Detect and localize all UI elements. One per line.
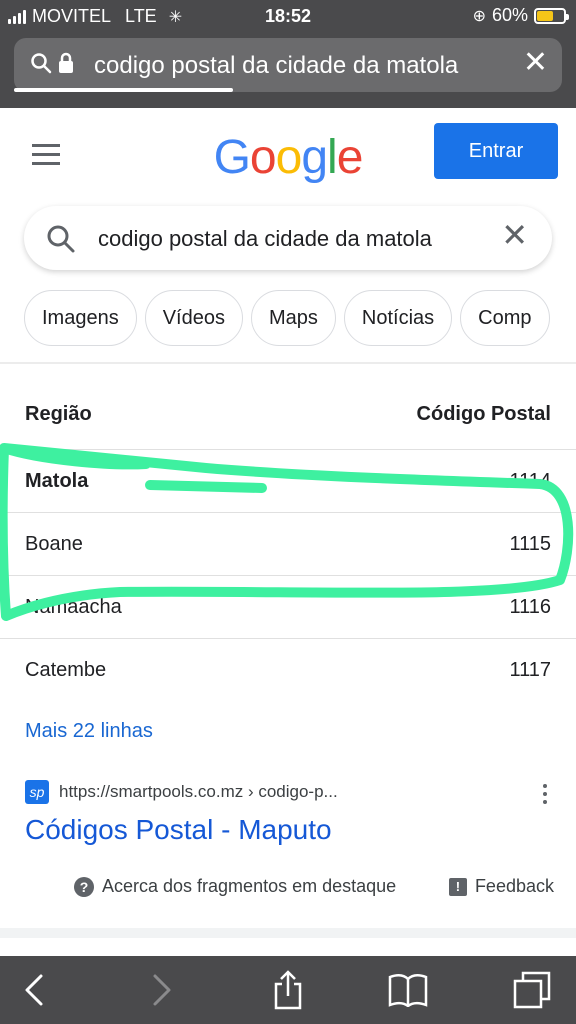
chevron-right-icon xyxy=(153,974,171,1006)
about-snippets-link[interactable]: ? Acerca dos fragmentos em destaque xyxy=(74,876,396,897)
more-options-icon[interactable] xyxy=(543,784,547,808)
lock-icon xyxy=(59,52,73,73)
status-bar: MOVITEL LTE ✳ 18:52 ⊕ 60% xyxy=(0,0,576,32)
region-cell: Matola xyxy=(25,469,89,492)
load-progress-bar xyxy=(14,88,234,92)
logo-letter: l xyxy=(327,131,338,184)
clear-address-button[interactable]: ✕ xyxy=(523,48,548,78)
site-favicon-icon: sp xyxy=(25,780,49,804)
logo-letter: G xyxy=(213,131,251,184)
search-icon xyxy=(31,53,52,74)
browser-toolbar xyxy=(0,956,576,1024)
search-icon xyxy=(47,225,75,253)
signin-button[interactable]: Entrar xyxy=(434,123,558,179)
tabs-button[interactable] xyxy=(512,970,552,1010)
code-cell: 1117 xyxy=(509,659,551,681)
region-cell: Namaacha xyxy=(25,595,122,618)
section-divider xyxy=(0,928,576,938)
battery-percent: 60% xyxy=(491,5,528,25)
result-title-link[interactable]: Códigos Postal - Maputo xyxy=(25,814,555,846)
code-cell: 1116 xyxy=(509,595,551,618)
table-row: Boane 1115 xyxy=(0,513,576,576)
back-button[interactable] xyxy=(14,970,54,1010)
status-right: ⊕ 60% xyxy=(472,5,569,26)
column-header-region: Região xyxy=(25,403,92,425)
help-icon: ? xyxy=(74,876,94,897)
table-row: Catembe 1117 xyxy=(0,639,576,702)
feedback-link[interactable]: ! Feedback xyxy=(448,876,554,897)
result-cite[interactable]: sp https://smartpools.co.mz › codigo-p..… xyxy=(25,780,555,804)
share-button[interactable] xyxy=(268,970,308,1010)
tab-videos[interactable]: Vídeos xyxy=(144,290,243,346)
clear-search-button[interactable]: ✕ xyxy=(501,219,528,251)
more-rows-link[interactable]: Mais 22 linhas xyxy=(25,720,153,743)
book-icon xyxy=(388,974,428,1007)
google-header: Google Entrar xyxy=(0,108,576,204)
result-url: https://smartpools.co.mz › codigo-p... xyxy=(59,782,338,801)
address-bar[interactable]: codigo postal da cidade da matola ✕ xyxy=(14,38,562,92)
table-header: Região Código Postal xyxy=(0,380,576,450)
search-result: sp https://smartpools.co.mz › codigo-p..… xyxy=(25,780,555,846)
logo-letter: e xyxy=(336,131,364,184)
battery-icon xyxy=(534,7,569,24)
address-icons xyxy=(30,52,74,74)
search-box[interactable]: codigo postal da cidade da matola ✕ xyxy=(24,206,552,270)
logo-letter: o xyxy=(275,131,303,184)
share-icon xyxy=(274,970,302,1010)
logo-letter: o xyxy=(249,131,277,184)
rotation-lock-icon: ⊕ xyxy=(472,7,486,25)
search-input[interactable]: codigo postal da cidade da matola xyxy=(98,226,432,252)
feedback-label: Feedback xyxy=(474,876,554,896)
logo-letter: g xyxy=(301,131,328,184)
tab-maps[interactable]: Maps xyxy=(250,290,336,346)
table-row: Matola 1114 xyxy=(0,450,576,513)
featured-snippet-footer: ? Acerca dos fragmentos em destaque ! Fe… xyxy=(74,876,554,897)
region-cell: Catembe xyxy=(25,659,107,681)
bookmarks-button[interactable] xyxy=(388,970,428,1010)
postal-code-table: Região Código Postal Matola 1114 Boane 1… xyxy=(0,380,576,702)
tab-compras[interactable]: Comp xyxy=(460,290,550,346)
code-cell: 1115 xyxy=(509,532,551,555)
feedback-icon: ! xyxy=(448,877,467,896)
address-text: codigo postal da cidade da matola xyxy=(94,52,459,79)
region-cell: Boane xyxy=(25,532,83,555)
divider xyxy=(0,362,576,364)
code-cell: 1114 xyxy=(509,469,551,492)
about-snippets-label: Acerca dos fragmentos em destaque xyxy=(102,876,397,896)
chevron-left-icon xyxy=(25,974,43,1006)
search-tabs: Imagens Vídeos Maps Notícias Comp xyxy=(24,290,576,346)
column-header-code: Código Postal xyxy=(416,403,551,425)
tab-imagens[interactable]: Imagens xyxy=(24,290,137,346)
browser-url-area: codigo postal da cidade da matola ✕ xyxy=(0,32,576,108)
tab-noticias[interactable]: Notícias xyxy=(343,290,453,346)
forward-button[interactable] xyxy=(142,970,182,1010)
table-row: Namaacha 1116 xyxy=(0,576,576,639)
tabs-icon xyxy=(513,971,551,1009)
